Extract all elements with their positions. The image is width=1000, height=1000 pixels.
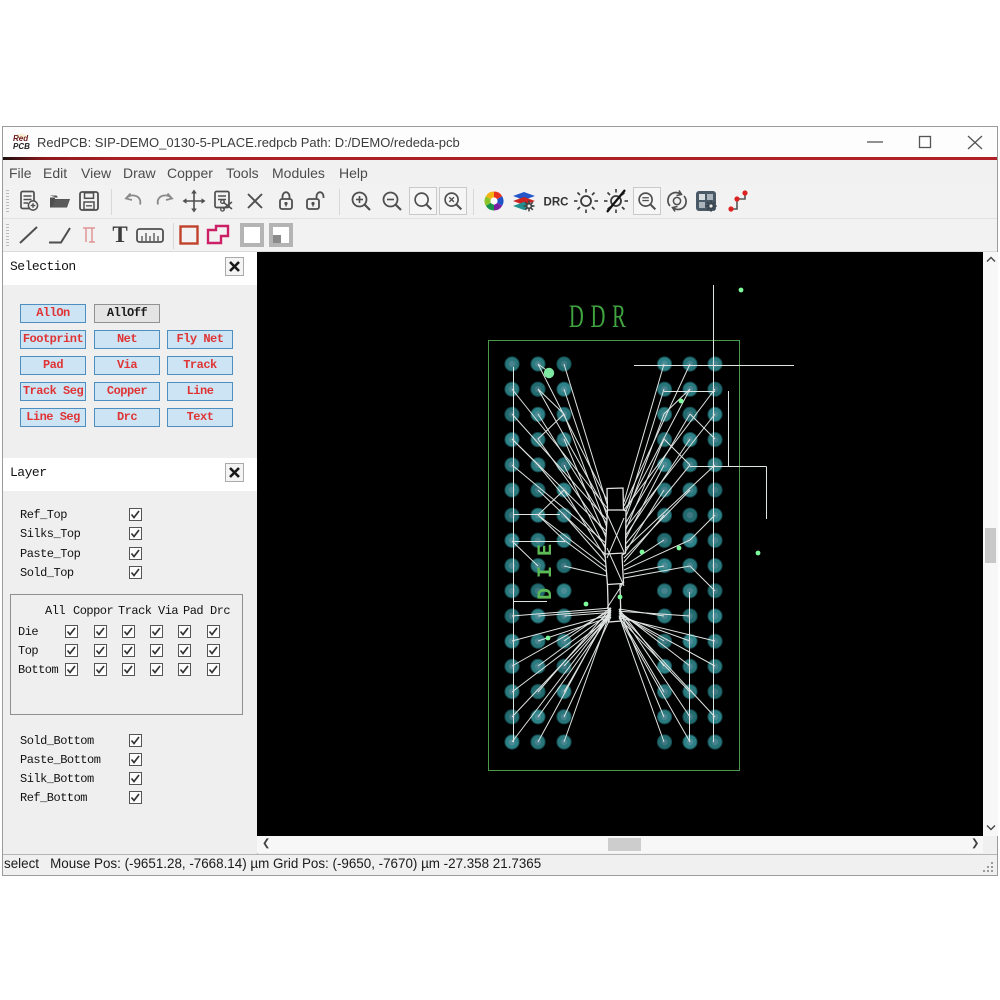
svg-text:PCB: PCB: [13, 142, 30, 151]
svg-text:DIE: DIE: [535, 534, 558, 600]
svg-text:T: T: [112, 222, 127, 247]
svg-text:DDR: DDR: [569, 298, 633, 334]
svg-text:DRC: DRC: [544, 197, 569, 209]
